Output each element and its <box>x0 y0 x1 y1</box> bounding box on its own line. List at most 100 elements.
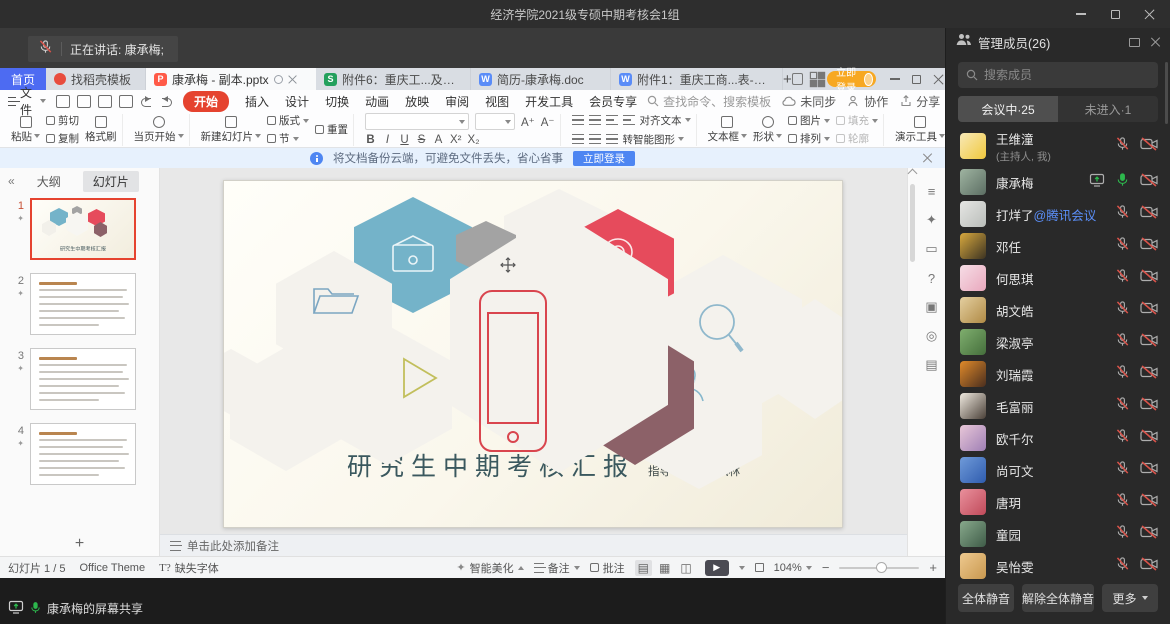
beautify-wand-icon[interactable]: ✦ <box>923 211 941 229</box>
reading-view-icon[interactable]: ◫ <box>677 560 694 576</box>
print-icon[interactable] <box>98 95 112 108</box>
tab-in-meeting[interactable]: 会议中·25 <box>958 96 1058 122</box>
member-row[interactable]: 童园 <box>946 518 1170 550</box>
slide-thumbnail-1[interactable]: 1✦研究生中期考核汇报 <box>0 198 159 260</box>
member-row[interactable]: 毛富丽 <box>946 390 1170 422</box>
normal-view-icon[interactable]: ▤ <box>635 560 652 576</box>
fill-button[interactable]: 填充 <box>836 113 878 128</box>
font-style-button-5[interactable]: X² <box>450 134 462 146</box>
member-row[interactable]: 康承梅 <box>946 166 1170 198</box>
close-panel-icon[interactable] <box>1150 37 1160 47</box>
slideshow-play-button[interactable]: ▶ <box>705 560 729 576</box>
shapes-button[interactable]: 形状 <box>753 116 782 144</box>
maximize-button[interactable] <box>1098 0 1132 28</box>
menu-item-视图[interactable]: 视图 <box>485 93 509 110</box>
zoom-level[interactable]: 104% <box>774 562 812 574</box>
popout-panel-icon[interactable] <box>1129 38 1140 47</box>
redo-icon[interactable] <box>160 95 173 108</box>
member-row[interactable]: 何思琪 <box>946 262 1170 294</box>
command-search[interactable]: 查找命令、搜索模板 <box>647 93 771 110</box>
notice-close-icon[interactable] <box>922 152 933 163</box>
member-search-box[interactable] <box>958 62 1158 88</box>
align-right-icon[interactable] <box>606 134 618 144</box>
section-button[interactable]: 节 <box>267 131 309 146</box>
minimize-button[interactable] <box>1064 0 1098 28</box>
member-search-input[interactable] <box>984 68 1134 82</box>
member-row[interactable]: 邓任 <box>946 230 1170 262</box>
export-icon[interactable] <box>77 95 91 108</box>
sync-status[interactable]: 未同步 <box>781 93 836 110</box>
zoom-in-button[interactable]: + <box>929 560 937 575</box>
format-painter-button[interactable]: 格式刷 <box>85 116 117 144</box>
document-tab-docer[interactable]: 找稻壳模板 <box>46 68 146 90</box>
numbering-icon[interactable] <box>589 115 601 125</box>
font-style-button-2[interactable]: U <box>399 134 410 146</box>
decrease-font-button[interactable]: A⁻ <box>541 115 555 129</box>
notice-login-button[interactable]: 立即登录 <box>573 151 635 166</box>
fit-window-icon[interactable] <box>755 563 764 572</box>
smart-beautify-button[interactable]: ✦ 智能美化 <box>456 560 523 576</box>
bullets-icon[interactable] <box>572 115 584 125</box>
collaborate-button[interactable]: 协作 <box>848 93 888 110</box>
wps-restore-button[interactable] <box>906 69 928 89</box>
window-split-icon[interactable] <box>792 73 803 85</box>
indent-decrease-icon[interactable] <box>606 115 618 125</box>
align-center-icon[interactable] <box>589 134 601 144</box>
wps-minimize-button[interactable] <box>884 69 906 89</box>
tab-slides[interactable]: 幻灯片 <box>83 171 139 192</box>
location-icon[interactable]: ◎ <box>923 327 941 345</box>
font-size-select[interactable] <box>475 113 515 130</box>
new-slide-button[interactable]: 新建幻灯片 <box>201 116 262 144</box>
textbox-button[interactable]: 文本框 <box>708 116 748 144</box>
font-family-select[interactable] <box>365 113 469 130</box>
missing-font-status[interactable]: T? 缺失字体 <box>159 560 219 576</box>
reset-button[interactable]: 重置 <box>315 122 348 137</box>
tab-outline[interactable]: 大纲 <box>27 171 71 192</box>
slide-canvas[interactable]: 研究生中期考核汇报 学生：康承梅 指导老师：汤凤林 <box>160 168 907 534</box>
document-tab-doc2[interactable]: W附件1：重庆工商...表-康承梅(1) <box>611 68 783 90</box>
save-icon[interactable] <box>56 95 70 108</box>
slide-1-title-slide[interactable]: 研究生中期考核汇报 学生：康承梅 指导老师：汤凤林 <box>223 180 843 528</box>
menu-item-设计[interactable]: 设计 <box>285 93 309 110</box>
notes-bar[interactable]: 单击此处添加备注 <box>160 534 907 556</box>
menu-item-插入[interactable]: 插入 <box>245 93 269 110</box>
member-row[interactable]: 吴怡雯 <box>946 550 1170 582</box>
member-row[interactable]: 尚可文 <box>946 454 1170 486</box>
canvas-scrollbar[interactable] <box>908 168 918 556</box>
wps-login-button[interactable]: 立即登录 <box>827 71 876 87</box>
align-left-icon[interactable] <box>572 134 584 144</box>
menu-item-切换[interactable]: 切换 <box>325 93 349 110</box>
play-from-current-button[interactable]: 当页开始 <box>134 116 184 144</box>
presentation-tools-button[interactable]: 演示工具 <box>895 116 945 144</box>
font-style-button-4[interactable]: A <box>433 134 444 146</box>
slide-thumbnail-4[interactable]: 4✦ <box>0 423 159 485</box>
tab-grid-icon[interactable] <box>811 73 819 86</box>
close-tab-icon[interactable] <box>288 75 297 84</box>
menu-item-会员专享[interactable]: 会员专享 <box>589 93 637 110</box>
collapse-panel-button[interactable]: « <box>8 174 15 188</box>
document-tab-ppt[interactable]: P康承梅 - 副本.pptx <box>146 68 316 90</box>
font-style-button-0[interactable]: B <box>365 134 376 146</box>
indent-increase-icon[interactable] <box>623 115 635 125</box>
document-tab-sheet[interactable]: S附件6：重庆工...及学习情况汇总 <box>316 68 471 90</box>
more-button[interactable]: 更多 <box>1102 584 1158 612</box>
adjust-sliders-icon[interactable]: ≡ <box>923 182 941 200</box>
slide-thumbnail-2[interactable]: 2✦ <box>0 273 159 335</box>
comments-button[interactable]: 批注 <box>590 560 625 576</box>
add-slide-button[interactable]: + <box>0 532 159 556</box>
read-mode-icon[interactable]: ▤ <box>923 356 941 374</box>
font-style-button-1[interactable]: I <box>382 134 393 146</box>
layout-button[interactable]: 版式 <box>267 113 309 128</box>
preview-icon[interactable] <box>119 95 133 108</box>
picture-button[interactable]: 图片 <box>788 113 830 128</box>
copy-button[interactable]: 复制 <box>46 131 79 146</box>
member-row[interactable]: 唐玥 <box>946 486 1170 518</box>
menu-item-开发工具[interactable]: 开发工具 <box>525 93 573 110</box>
menu-item-放映[interactable]: 放映 <box>405 93 429 110</box>
screen-cast-icon[interactable]: ▭ <box>923 240 941 258</box>
member-row[interactable]: 打烊了@腾讯会议 <box>946 198 1170 230</box>
tab-not-joined[interactable]: 未进入·1 <box>1058 96 1158 122</box>
pin-tab-icon[interactable] <box>274 75 283 84</box>
mute-all-button[interactable]: 全体静音 <box>958 584 1014 612</box>
image-tool-icon[interactable]: ▣ <box>923 298 941 316</box>
